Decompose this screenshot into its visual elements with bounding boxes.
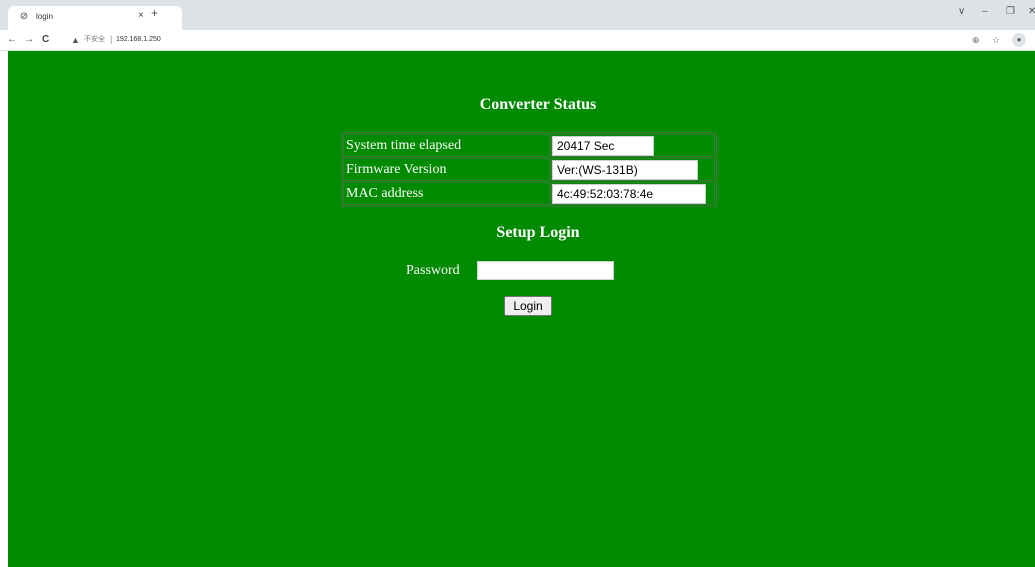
status-value-cell: 4c:49:52:03:78:4e xyxy=(551,182,715,205)
profile-avatar-icon[interactable]: ● xyxy=(1012,33,1026,47)
table-row: Firmware Version Ver:(WS-131B) xyxy=(343,158,715,181)
reload-icon[interactable]: C xyxy=(42,33,49,47)
page-content: Converter Status System time elapsed 204… xyxy=(8,51,1035,567)
status-table: System time elapsed 20417 Sec Firmware V… xyxy=(341,132,717,207)
tab-strip: ⊘ login × + ∨ – ❐ ✕ xyxy=(0,0,1035,30)
warning-icon[interactable]: ▲ xyxy=(71,33,80,47)
status-label-firmware: Firmware Version xyxy=(343,158,550,181)
minimize-window-icon[interactable]: – xyxy=(982,5,988,19)
back-arrow-icon[interactable]: ← xyxy=(7,33,17,47)
firmware-version-value: Ver:(WS-131B) xyxy=(552,159,698,180)
password-label: Password xyxy=(406,263,460,278)
status-value-cell: 20417 Sec xyxy=(551,134,715,157)
status-label-system-time: System time elapsed xyxy=(343,134,550,157)
address-separator: | xyxy=(110,34,113,44)
bookmark-star-icon[interactable]: ☆ xyxy=(992,33,1000,47)
browser-toolbar: ← → C ▲ 不安全 | 192.168.1.250 ⊕ ☆ xyxy=(0,30,1035,51)
converter-status-heading: Converter Status xyxy=(479,96,597,113)
mac-address-value: 4c:49:52:03:78:4e xyxy=(552,183,706,204)
zoom-icon[interactable]: ⊕ xyxy=(972,33,980,47)
status-label-mac: MAC address xyxy=(343,182,550,205)
system-time-value: 20417 Sec xyxy=(552,135,654,156)
password-input[interactable] xyxy=(477,261,614,280)
setup-login-heading: Setup Login xyxy=(496,224,580,241)
status-value-cell: Ver:(WS-131B) xyxy=(551,158,715,181)
close-window-icon[interactable]: ✕ xyxy=(1028,5,1035,19)
forward-arrow-icon[interactable]: → xyxy=(24,33,34,47)
close-tab-icon[interactable]: × xyxy=(138,10,144,22)
new-tab-button[interactable]: + xyxy=(151,6,158,20)
not-secure-label[interactable]: 不安全 xyxy=(84,34,105,46)
address-bar-url[interactable]: 192.168.1.250 xyxy=(116,34,161,46)
restore-window-icon[interactable]: ❐ xyxy=(1006,5,1015,19)
table-row: MAC address 4c:49:52:03:78:4e xyxy=(343,182,715,205)
table-row: System time elapsed 20417 Sec xyxy=(343,134,715,157)
login-button[interactable]: Login xyxy=(504,296,552,316)
globe-blocked-icon: ⊘ xyxy=(19,11,29,22)
tab-title: login xyxy=(36,12,53,21)
tab-search-dropdown-icon[interactable]: ∨ xyxy=(958,5,965,19)
